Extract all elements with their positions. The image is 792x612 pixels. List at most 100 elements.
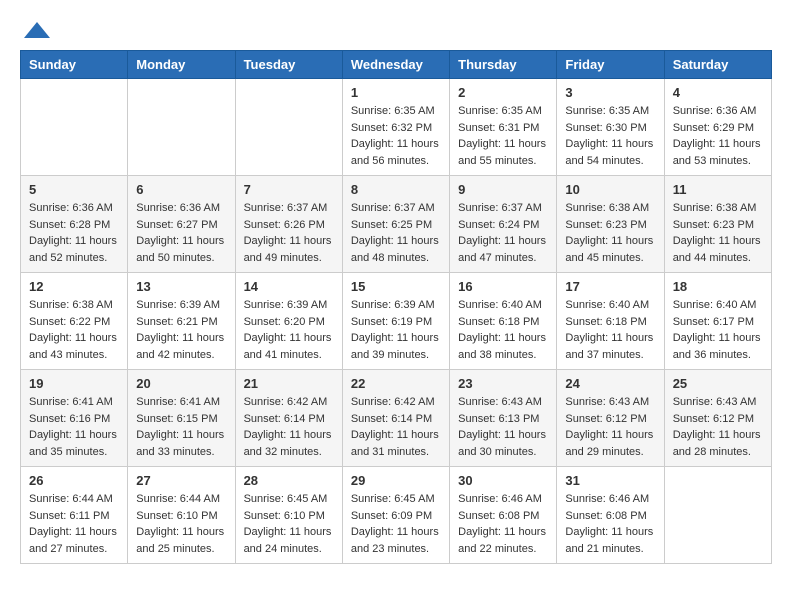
daylight-text: Daylight: 11 hours and 47 minutes. xyxy=(458,233,548,266)
day-number: 6 xyxy=(136,182,226,197)
daylight-text: Daylight: 11 hours and 43 minutes. xyxy=(29,330,119,363)
calendar-week-row: 19Sunrise: 6:41 AMSunset: 6:16 PMDayligh… xyxy=(21,370,772,467)
sunset-text: Sunset: 6:08 PM xyxy=(565,508,655,525)
day-number: 13 xyxy=(136,279,226,294)
daylight-text: Daylight: 11 hours and 55 minutes. xyxy=(458,136,548,169)
day-number: 18 xyxy=(673,279,763,294)
day-number: 1 xyxy=(351,85,441,100)
sunrise-text: Sunrise: 6:43 AM xyxy=(565,394,655,411)
day-info: Sunrise: 6:37 AMSunset: 6:25 PMDaylight:… xyxy=(351,200,441,266)
daylight-text: Daylight: 11 hours and 37 minutes. xyxy=(565,330,655,363)
sunset-text: Sunset: 6:13 PM xyxy=(458,411,548,428)
day-info: Sunrise: 6:40 AMSunset: 6:18 PMDaylight:… xyxy=(458,297,548,363)
sunrise-text: Sunrise: 6:36 AM xyxy=(29,200,119,217)
sunset-text: Sunset: 6:10 PM xyxy=(244,508,334,525)
sunset-text: Sunset: 6:28 PM xyxy=(29,217,119,234)
calendar-cell: 20Sunrise: 6:41 AMSunset: 6:15 PMDayligh… xyxy=(128,370,235,467)
day-info: Sunrise: 6:41 AMSunset: 6:16 PMDaylight:… xyxy=(29,394,119,460)
calendar-cell: 22 Sunrise: 6:42 AMSunset: 6:14 PMDayligh… xyxy=(342,370,449,467)
daylight-text: Daylight: 11 hours and 31 minutes. xyxy=(351,427,441,460)
calendar-cell xyxy=(664,467,771,564)
page-header xyxy=(20,20,772,40)
daylight-text: Daylight: 11 hours and 49 minutes. xyxy=(244,233,334,266)
day-info: Sunrise: 6:40 AMSunset: 6:17 PMDaylight:… xyxy=(673,297,763,363)
calendar-cell: 4Sunrise: 6:36 AMSunset: 6:29 PMDaylight… xyxy=(664,79,771,176)
sunrise-text: Sunrise: 6:43 AM xyxy=(673,394,763,411)
sunrise-text: Sunrise: 6:36 AM xyxy=(673,103,763,120)
day-info: Sunrise: 6:46 AMSunset: 6:08 PMDaylight:… xyxy=(565,491,655,557)
calendar-cell: 27Sunrise: 6:44 AMSunset: 6:10 PMDayligh… xyxy=(128,467,235,564)
day-info: Sunrise: 6:39 AMSunset: 6:20 PMDaylight:… xyxy=(244,297,334,363)
day-number: 28 xyxy=(244,473,334,488)
daylight-text: Daylight: 11 hours and 35 minutes. xyxy=(29,427,119,460)
daylight-text: Daylight: 11 hours and 48 minutes. xyxy=(351,233,441,266)
sunset-text: Sunset: 6:30 PM xyxy=(565,120,655,137)
calendar-cell: 1 Sunrise: 6:35 AMSunset: 6:32 PMDaylight… xyxy=(342,79,449,176)
day-number: 22 xyxy=(351,376,441,391)
sunrise-text: Sunrise: 6:45 AM xyxy=(351,491,441,508)
sunset-text: Sunset: 6:14 PM xyxy=(351,411,441,428)
sunrise-text: Sunrise: 6:39 AM xyxy=(351,297,441,314)
calendar-cell: 8Sunrise: 6:37 AMSunset: 6:25 PMDaylight… xyxy=(342,176,449,273)
weekday-header: Saturday xyxy=(664,51,771,79)
calendar-cell: 15Sunrise: 6:39 AMSunset: 6:19 PMDayligh… xyxy=(342,273,449,370)
day-info: Sunrise: 6:35 AMSunset: 6:32 PMDaylight:… xyxy=(351,103,441,169)
daylight-text: Daylight: 11 hours and 42 minutes. xyxy=(136,330,226,363)
sunrise-text: Sunrise: 6:46 AM xyxy=(565,491,655,508)
day-info: Sunrise: 6:39 AMSunset: 6:21 PMDaylight:… xyxy=(136,297,226,363)
day-info: Sunrise: 6:35 AMSunset: 6:31 PMDaylight:… xyxy=(458,103,548,169)
sunrise-text: Sunrise: 6:37 AM xyxy=(244,200,334,217)
calendar-cell: 19Sunrise: 6:41 AMSunset: 6:16 PMDayligh… xyxy=(21,370,128,467)
daylight-text: Daylight: 11 hours and 52 minutes. xyxy=(29,233,119,266)
calendar-cell: 12Sunrise: 6:38 AMSunset: 6:22 PMDayligh… xyxy=(21,273,128,370)
day-number: 29 xyxy=(351,473,441,488)
calendar-cell: 28 Sunrise: 6:45 AMSunset: 6:10 PMDayligh… xyxy=(235,467,342,564)
day-info: Sunrise: 6:42 AMSunset: 6:14 PMDaylight:… xyxy=(351,394,441,460)
calendar-cell: 5Sunrise: 6:36 AMSunset: 6:28 PMDaylight… xyxy=(21,176,128,273)
sunrise-text: Sunrise: 6:46 AM xyxy=(458,491,548,508)
daylight-text: Daylight: 11 hours and 54 minutes. xyxy=(565,136,655,169)
weekday-header: Sunday xyxy=(21,51,128,79)
sunset-text: Sunset: 6:18 PM xyxy=(565,314,655,331)
sunrise-text: Sunrise: 6:39 AM xyxy=(244,297,334,314)
sunrise-text: Sunrise: 6:38 AM xyxy=(565,200,655,217)
daylight-text: Daylight: 11 hours and 36 minutes. xyxy=(673,330,763,363)
calendar-cell: 10Sunrise: 6:38 AMSunset: 6:23 PMDayligh… xyxy=(557,176,664,273)
sunrise-text: Sunrise: 6:43 AM xyxy=(458,394,548,411)
daylight-text: Daylight: 11 hours and 50 minutes. xyxy=(136,233,226,266)
sunset-text: Sunset: 6:27 PM xyxy=(136,217,226,234)
weekday-header: Thursday xyxy=(450,51,557,79)
day-number: 14 xyxy=(244,279,334,294)
sunset-text: Sunset: 6:20 PM xyxy=(244,314,334,331)
sunset-text: Sunset: 6:12 PM xyxy=(673,411,763,428)
calendar-cell xyxy=(21,79,128,176)
weekday-header: Monday xyxy=(128,51,235,79)
sunset-text: Sunset: 6:25 PM xyxy=(351,217,441,234)
day-number: 17 xyxy=(565,279,655,294)
sunrise-text: Sunrise: 6:36 AM xyxy=(136,200,226,217)
logo-icon xyxy=(22,20,52,40)
sunset-text: Sunset: 6:18 PM xyxy=(458,314,548,331)
sunrise-text: Sunrise: 6:35 AM xyxy=(565,103,655,120)
calendar-cell: 23 Sunrise: 6:43 AMSunset: 6:13 PMDayligh… xyxy=(450,370,557,467)
day-number: 23 xyxy=(458,376,548,391)
daylight-text: Daylight: 11 hours and 53 minutes. xyxy=(673,136,763,169)
weekday-header: Tuesday xyxy=(235,51,342,79)
day-info: Sunrise: 6:35 AMSunset: 6:30 PMDaylight:… xyxy=(565,103,655,169)
day-info: Sunrise: 6:45 AMSunset: 6:10 PMDaylight:… xyxy=(244,491,334,557)
daylight-text: Daylight: 11 hours and 56 minutes. xyxy=(351,136,441,169)
day-info: Sunrise: 6:37 AMSunset: 6:26 PMDaylight:… xyxy=(244,200,334,266)
day-number: 3 xyxy=(565,85,655,100)
sunset-text: Sunset: 6:14 PM xyxy=(244,411,334,428)
day-number: 20 xyxy=(136,376,226,391)
sunrise-text: Sunrise: 6:41 AM xyxy=(136,394,226,411)
day-info: Sunrise: 6:43 AMSunset: 6:12 PMDaylight:… xyxy=(673,394,763,460)
day-number: 21 xyxy=(244,376,334,391)
logo xyxy=(20,20,52,40)
day-info: Sunrise: 6:43 AMSunset: 6:13 PMDaylight:… xyxy=(458,394,548,460)
day-info: Sunrise: 6:45 AMSunset: 6:09 PMDaylight:… xyxy=(351,491,441,557)
sunrise-text: Sunrise: 6:37 AM xyxy=(458,200,548,217)
calendar-week-row: 26Sunrise: 6:44 AMSunset: 6:11 PMDayligh… xyxy=(21,467,772,564)
daylight-text: Daylight: 11 hours and 29 minutes. xyxy=(565,427,655,460)
day-number: 4 xyxy=(673,85,763,100)
